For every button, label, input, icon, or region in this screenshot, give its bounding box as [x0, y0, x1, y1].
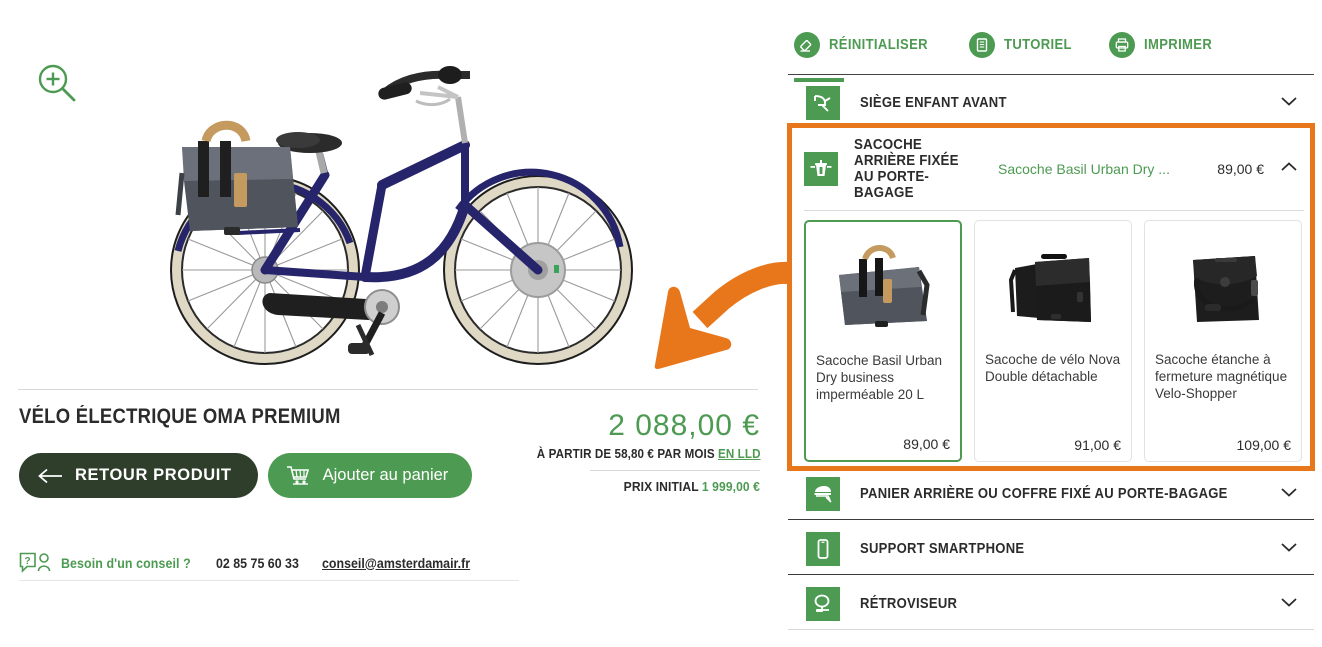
section-divider — [788, 519, 1314, 520]
option-name: Sacoche Basil Urban Dry business impermé… — [816, 353, 943, 402]
open-section-selected-name: Sacoche Basil Urban Dry ... — [998, 161, 1170, 177]
sidebar-item-label: PANIER ARRIÈRE OU COFFRE FIXÉ AU PORTE-B… — [860, 485, 1228, 502]
tools-row: RÉINITIALISER TUTORIEL IMPRIMER — [794, 32, 1220, 58]
tutorial-button[interactable]: TUTORIEL — [968, 32, 1079, 58]
monthly-price-text: À PARTIR DE 58,80 € PAR MOIS — [536, 447, 715, 461]
print-label: IMPRIMER — [1144, 37, 1213, 53]
document-icon — [968, 32, 995, 58]
option-name: Sacoche de vélo Nova Double détachable — [985, 352, 1121, 384]
current-price: 2 088,00 € — [608, 409, 760, 442]
sidebar-item-smartphone-holder[interactable]: SUPPORT SMARTPHONE — [788, 529, 1314, 569]
initial-price-line: PRIX INITIAL 1 999,00 € — [537, 479, 760, 494]
option-card[interactable]: Sacoche étanche à fermeture magnétique V… — [1144, 220, 1302, 462]
product-configurator-page: VÉLO ÉLECTRIQUE OMA PREMIUM RETOUR PRODU… — [0, 0, 1322, 647]
product-preview-panel: VÉLO ÉLECTRIQUE OMA PREMIUM RETOUR PRODU… — [0, 0, 780, 647]
mirror-icon — [806, 587, 840, 621]
initial-price-amount: 1 999,00 € — [701, 479, 760, 494]
open-section-label: SACOCHE ARRIÈRE FIXÉE AU PORTE-BAGAGE — [854, 137, 959, 201]
advice-row: ? Besoin d'un conseil ? 02 85 75 60 33 c… — [19, 552, 483, 574]
initial-price-label: PRIX INITIAL — [623, 479, 699, 494]
print-button[interactable]: IMPRIMER — [1109, 32, 1220, 58]
price-block: 2 088,00 € À PARTIR DE 58,80 € PAR MOIS … — [520, 408, 761, 494]
left-divider — [18, 389, 758, 390]
reset-label: RÉINITIALISER — [829, 37, 928, 53]
arrow-left-icon — [38, 468, 62, 483]
reset-button[interactable]: RÉINITIALISER — [794, 32, 939, 58]
left-bottom-divider — [19, 580, 519, 581]
option-image-black-double-pannier — [985, 231, 1121, 341]
accessories-panel: RÉINITIALISER TUTORIEL IMPRIMER SIÈGE EN… — [780, 0, 1322, 647]
chevron-up-icon[interactable] — [1280, 160, 1298, 178]
back-to-product-button[interactable]: RETOUR PRODUIT — [19, 453, 258, 498]
back-button-label: RETOUR PRODUIT — [75, 466, 232, 484]
option-card[interactable]: Sacoche Basil Urban Dry business impermé… — [804, 220, 962, 462]
option-price: 91,00 € — [1074, 437, 1121, 453]
chevron-down-icon[interactable] — [1280, 94, 1298, 112]
advice-email[interactable]: conseil@amsterdamair.fr — [322, 556, 470, 571]
tools-divider — [788, 74, 1314, 75]
chevron-down-icon[interactable] — [1280, 485, 1298, 503]
chevron-down-icon[interactable] — [1280, 540, 1298, 558]
open-section-selected-price: 89,00 € — [1217, 161, 1264, 177]
sidebar-item-mirror[interactable]: RÉTROVISEUR — [788, 584, 1314, 624]
price-divider — [590, 470, 760, 471]
page-title: VÉLO ÉLECTRIQUE OMA PREMIUM — [19, 405, 341, 428]
advice-label: Besoin d'un conseil ? — [61, 555, 191, 571]
sidebar-item-label: RÉTROVISEUR — [860, 595, 958, 612]
sidebar-item-rear-basket[interactable]: PANIER ARRIÈRE OU COFFRE FIXÉ AU PORTE-B… — [788, 474, 1314, 514]
section-divider — [788, 629, 1314, 630]
section-divider — [788, 574, 1314, 575]
sidebar-item-label: SIÈGE ENFANT AVANT — [860, 94, 1007, 111]
svg-text:?: ? — [25, 556, 31, 567]
action-buttons: RETOUR PRODUIT Ajouter au panier — [19, 453, 473, 498]
option-name: Sacoche étanche à fermeture magnétique V… — [1155, 352, 1288, 401]
magnifier-plus-icon[interactable] — [36, 62, 78, 104]
eraser-icon — [794, 32, 820, 58]
option-price: 109,00 € — [1236, 437, 1292, 453]
option-cards: Sacoche Basil Urban Dry business impermé… — [804, 220, 1302, 462]
sidebar-item-label: SUPPORT SMARTPHONE — [860, 540, 1025, 557]
monthly-price-line: À PARTIR DE 58,80 € PAR MOIS EN LLD — [536, 447, 761, 461]
child-seat-icon — [806, 86, 840, 120]
option-image-grey-canvas-pannier — [816, 232, 950, 342]
advice-phone[interactable]: 02 85 75 60 33 — [216, 556, 299, 571]
option-card[interactable]: Sacoche de vélo Nova Double détachable 9… — [974, 220, 1132, 462]
smartphone-icon — [806, 532, 840, 566]
open-section-pannier: SACOCHE ARRIÈRE FIXÉE AU PORTE-BAGAGE Sa… — [787, 123, 1315, 471]
printer-icon — [1109, 32, 1136, 58]
sidebar-item-child-seat[interactable]: SIÈGE ENFANT AVANT — [788, 83, 1314, 123]
active-tab-underline — [794, 78, 844, 82]
tutorial-label: TUTORIEL — [1003, 37, 1072, 53]
chevron-down-icon[interactable] — [1280, 595, 1298, 613]
bike-product-image[interactable] — [120, 55, 680, 385]
add-to-cart-label: Ajouter au panier — [322, 466, 449, 484]
lld-link[interactable]: EN LLD — [718, 447, 761, 461]
shopping-cart-icon — [286, 465, 309, 485]
add-to-cart-button[interactable]: Ajouter au panier — [267, 453, 473, 498]
open-section-header[interactable]: SACOCHE ARRIÈRE FIXÉE AU PORTE-BAGAGE Sa… — [792, 128, 1310, 210]
help-person-icon: ? — [19, 552, 51, 573]
open-section-divider — [804, 210, 1304, 211]
rear-basket-icon — [806, 477, 840, 511]
option-price: 89,00 € — [903, 436, 950, 452]
pannier-bag-icon — [804, 152, 838, 186]
option-image-black-waterproof-pannier — [1155, 231, 1291, 341]
